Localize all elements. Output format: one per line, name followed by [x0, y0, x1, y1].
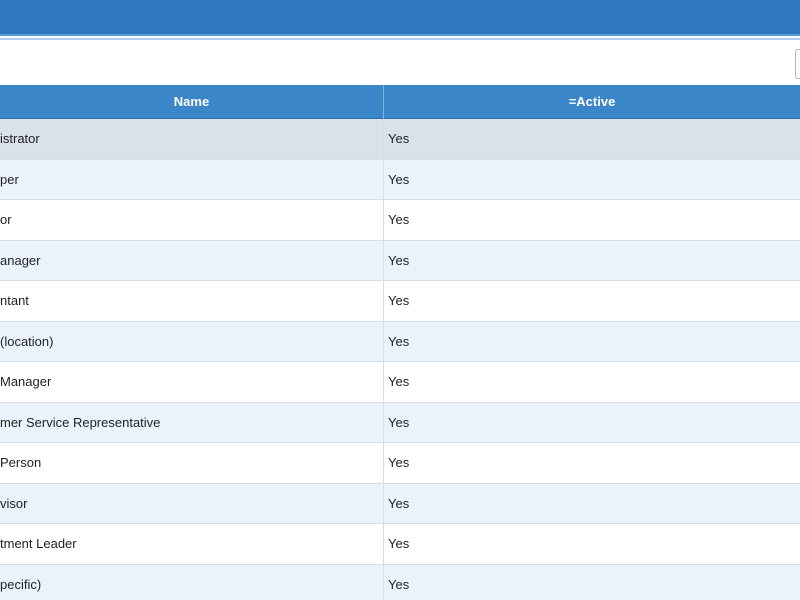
table-row[interactable]: per Yes	[0, 159, 800, 200]
table-row[interactable]: Person Yes	[0, 443, 800, 484]
grid-toolbar	[0, 38, 800, 85]
name-cell: Person	[0, 443, 384, 483]
table-row[interactable]: mer Service Representative Yes	[0, 402, 800, 443]
active-cell: Yes	[388, 252, 410, 268]
table-row[interactable]: tment Leader Yes	[0, 524, 800, 565]
table-row[interactable]: or Yes	[0, 200, 800, 241]
name-cell-text: ntant	[0, 293, 29, 308]
name-cell-text: (location)	[0, 333, 54, 349]
active-cell: Yes	[388, 293, 410, 308]
table-row[interactable]: visor Yes	[0, 483, 800, 524]
active-cell: Yes	[388, 212, 410, 227]
active-cell: Yes	[388, 455, 410, 470]
table-row[interactable]: ntant Yes	[0, 281, 800, 322]
roles-grid: Name =Active istrator Yes per Yes or Yes anage…	[0, 85, 800, 600]
name-cell-text: pecific)	[0, 576, 42, 592]
name-cell: Manager	[0, 362, 384, 402]
active-cell: Yes	[388, 131, 410, 146]
active-cell: Yes	[388, 495, 410, 511]
window-title-bar	[0, 0, 800, 36]
table-row[interactable]: istrator Yes	[0, 119, 800, 160]
table-row[interactable]: Manager Yes	[0, 362, 800, 403]
grid-body: istrator Yes per Yes or Yes anager Yes ntant Yes(…	[0, 119, 800, 600]
toolbar-input-edge[interactable]	[795, 49, 800, 79]
name-cell: ntant	[0, 281, 384, 321]
table-row[interactable]: anager Yes	[0, 240, 800, 281]
column-header-active[interactable]: =Active	[384, 85, 800, 119]
name-cell-text: visor	[0, 495, 28, 511]
name-cell: tment Leader	[0, 524, 384, 564]
active-cell: Yes	[388, 414, 410, 430]
active-cell: Yes	[388, 536, 410, 551]
name-cell-text: mer Service Representative	[0, 414, 161, 430]
name-cell-text: anager	[0, 252, 41, 268]
active-cell: Yes	[388, 171, 410, 187]
active-cell: Yes	[388, 374, 410, 389]
name-cell: istrator	[0, 119, 384, 159]
name-cell: (location)	[0, 321, 384, 361]
name-cell: visor	[0, 483, 384, 523]
active-cell: Yes	[388, 333, 410, 349]
name-cell-text: istrator	[0, 131, 40, 146]
name-cell: mer Service Representative	[0, 402, 384, 442]
name-cell-text: per	[0, 171, 19, 187]
active-cell: Yes	[388, 576, 410, 592]
name-cell-text: Manager	[0, 374, 52, 389]
name-cell-text: or	[0, 212, 12, 227]
name-cell-text: tment Leader	[0, 536, 77, 551]
name-cell: pecific)	[0, 564, 384, 600]
table-row[interactable]: pecific) Yes	[0, 564, 800, 600]
grid-header-row: Name =Active	[0, 85, 800, 119]
name-cell: anager	[0, 240, 384, 280]
table-row[interactable]: (location) Yes	[0, 321, 800, 362]
name-cell-text: Person	[0, 455, 42, 470]
column-header-name[interactable]: Name	[0, 85, 384, 119]
name-cell: or	[0, 200, 384, 240]
name-cell: per	[0, 159, 384, 199]
